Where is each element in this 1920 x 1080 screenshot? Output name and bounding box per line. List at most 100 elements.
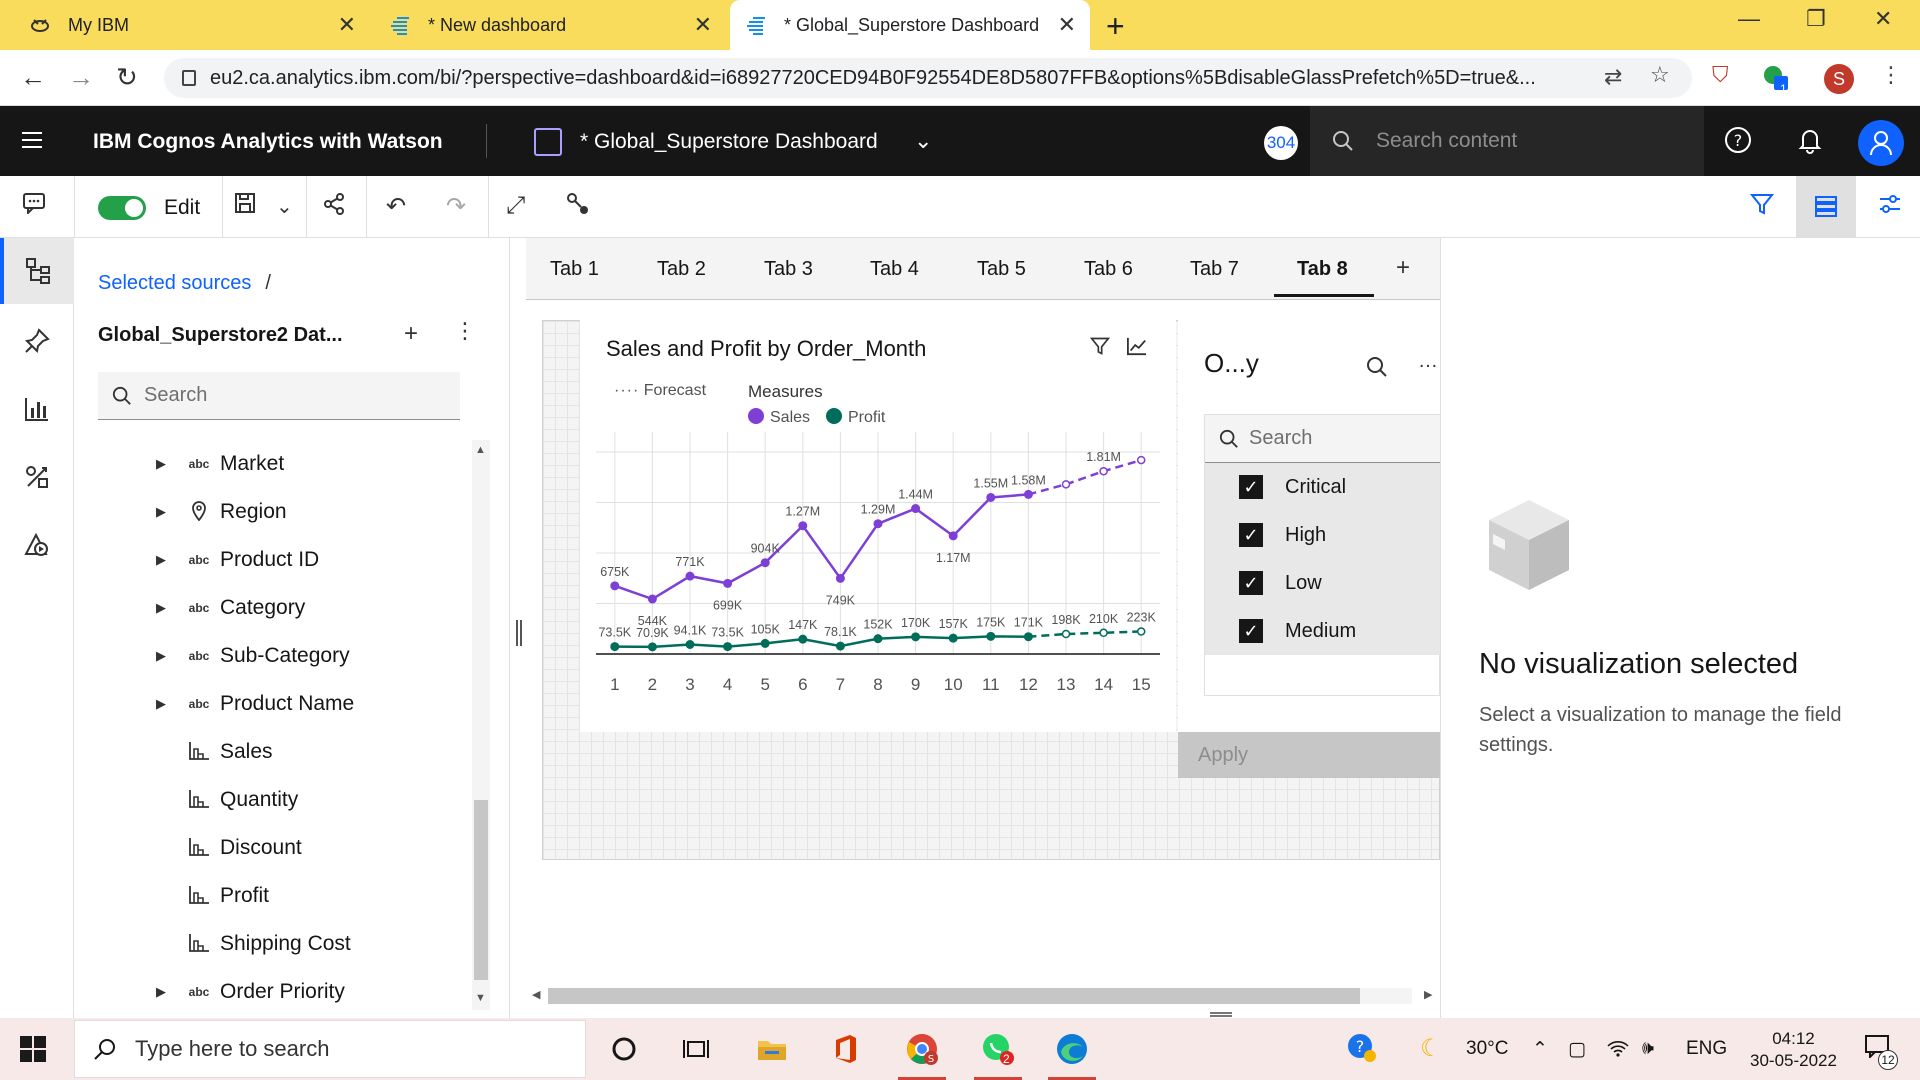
undo-icon[interactable]: ↶: [386, 192, 406, 221]
hamburger-menu-icon[interactable]: [22, 132, 42, 153]
scrollbar-thumb[interactable]: [548, 988, 1360, 1004]
help-icon[interactable]: ?: [1724, 126, 1752, 161]
tree-item-sub-category[interactable]: ▶ abc Sub-Category: [74, 632, 474, 680]
checkbox-checked-icon[interactable]: ✓: [1239, 523, 1263, 547]
tree-item-shipping-cost[interactable]: Shipping Cost: [74, 920, 474, 968]
close-icon[interactable]: ✕: [338, 12, 356, 38]
share-icon[interactable]: [322, 192, 346, 223]
fullscreen-icon[interactable]: ⤢: [506, 192, 525, 220]
add-source-icon[interactable]: +: [404, 320, 418, 348]
shield-extension-icon[interactable]: ⛉: [1712, 62, 1729, 88]
drill-through-icon[interactable]: [566, 192, 590, 223]
user-avatar[interactable]: [1858, 120, 1904, 166]
horizontal-scrollbar[interactable]: ◀ ▶: [528, 986, 1434, 1006]
scroll-right-icon[interactable]: ▶: [1424, 988, 1432, 1001]
tab-5[interactable]: Tab 5: [977, 258, 1026, 281]
add-tab-icon[interactable]: +: [1396, 254, 1410, 282]
tab-3[interactable]: Tab 3: [764, 258, 813, 281]
source-search-input[interactable]: [144, 384, 444, 407]
checkbox-checked-icon[interactable]: ✓: [1239, 619, 1263, 643]
filter-option-low[interactable]: ✓ Low: [1205, 559, 1441, 607]
bookmark-star-icon[interactable]: ☆: [1650, 62, 1670, 88]
filter-option-high[interactable]: ✓ High: [1205, 511, 1441, 559]
vertical-scrollbar[interactable]: ▲ ▼: [472, 440, 490, 1010]
browser-tab-new-dashboard[interactable]: * New dashboard ✕: [374, 0, 726, 50]
window-close-icon[interactable]: ✕: [1874, 6, 1892, 32]
pin-tab[interactable]: [0, 308, 74, 374]
caret-right-icon[interactable]: ▶: [156, 984, 166, 1000]
caret-right-icon[interactable]: ▶: [156, 648, 166, 664]
widgets-tab[interactable]: [0, 444, 74, 510]
order-priority-filter-widget[interactable]: O...y … ✓ Critical ✓ High ✓ Low ✓ Medium: [1178, 320, 1441, 778]
tree-item-discount[interactable]: Discount: [74, 824, 474, 872]
checkbox-checked-icon[interactable]: ✓: [1239, 571, 1263, 595]
chrome-icon[interactable]: S: [894, 1026, 950, 1080]
properties-panel-toggle[interactable]: [1796, 176, 1856, 238]
tab-4[interactable]: Tab 4: [870, 258, 919, 281]
tab-6[interactable]: Tab 6: [1084, 258, 1133, 281]
volume-icon[interactable]: 🕪: [1642, 1038, 1654, 1060]
redo-icon[interactable]: ↷: [446, 192, 466, 221]
close-icon[interactable]: ✕: [1058, 12, 1076, 38]
back-arrow-icon[interactable]: ←: [20, 62, 46, 93]
caret-right-icon[interactable]: ▶: [156, 552, 166, 568]
new-tab-icon[interactable]: +: [1106, 8, 1125, 45]
chart-widget[interactable]: Sales and Profit by Order_Month ···· For…: [580, 320, 1176, 732]
more-options-icon[interactable]: ⋮: [454, 318, 476, 344]
tree-item-profit[interactable]: Profit: [74, 872, 474, 920]
bell-icon[interactable]: [1796, 126, 1824, 161]
minimize-icon[interactable]: —: [1738, 6, 1760, 32]
apply-button[interactable]: Apply: [1178, 732, 1440, 778]
tree-item-market[interactable]: ▶ abc Market: [74, 440, 474, 488]
caret-right-icon[interactable]: ▶: [156, 504, 166, 520]
scroll-up-icon[interactable]: ▲: [475, 444, 486, 456]
edge-icon[interactable]: [1044, 1026, 1100, 1080]
tree-item-product-id[interactable]: ▶ abc Product ID: [74, 536, 474, 584]
reload-icon[interactable]: ↻: [116, 62, 138, 93]
breadcrumb-selected-sources[interactable]: Selected sources: [98, 272, 251, 294]
chevron-down-icon[interactable]: ⌄: [914, 128, 932, 154]
help-tray-icon[interactable]: ?: [1346, 1032, 1378, 1070]
dashboard-title[interactable]: * Global_Superstore Dashboard: [580, 130, 878, 154]
office-icon[interactable]: [818, 1026, 874, 1072]
browser-tab-global-superstore[interactable]: * Global_Superstore Dashboard ✕: [730, 0, 1090, 50]
filter-option-critical[interactable]: ✓ Critical: [1205, 463, 1441, 511]
save-icon[interactable]: [234, 192, 256, 221]
sources-tab[interactable]: [0, 238, 74, 304]
filter-option-medium[interactable]: ✓ Medium: [1205, 607, 1441, 655]
browser-menu-icon[interactable]: ⋮: [1880, 62, 1902, 88]
edit-toggle[interactable]: [98, 196, 146, 220]
moon-weather-icon[interactable]: ☾: [1420, 1034, 1442, 1063]
tree-item-order-priority[interactable]: ▶ abc Order Priority: [74, 968, 474, 1016]
taskbar-clock[interactable]: 04:12 30-05-2022: [1750, 1028, 1837, 1072]
close-icon[interactable]: ✕: [694, 12, 712, 38]
task-view-icon[interactable]: [668, 1026, 724, 1072]
url-field[interactable]: eu2.ca.analytics.ibm.com/bi/?perspective…: [164, 58, 1692, 98]
restore-icon[interactable]: ❐: [1806, 6, 1826, 32]
tree-item-quantity[interactable]: Quantity: [74, 776, 474, 824]
filter-search-input[interactable]: [1249, 427, 1429, 450]
browser-tab-my-ibm[interactable]: My IBM ✕: [14, 0, 370, 50]
caret-right-icon[interactable]: ▶: [156, 456, 166, 472]
profile-avatar[interactable]: S: [1824, 64, 1854, 94]
tree-item-category[interactable]: ▶ abc Category: [74, 584, 474, 632]
checkbox-checked-icon[interactable]: ✓: [1239, 475, 1263, 499]
tab-1[interactable]: Tab 1: [550, 258, 599, 281]
more-options-icon[interactable]: …: [1418, 350, 1438, 373]
search-icon[interactable]: [1366, 356, 1388, 384]
chevron-up-icon[interactable]: ⌃: [1532, 1038, 1548, 1061]
caret-right-icon[interactable]: ▶: [156, 600, 166, 616]
wifi-icon[interactable]: [1606, 1038, 1630, 1064]
tree-item-sales[interactable]: Sales: [74, 728, 474, 776]
settings-sliders-icon[interactable]: [1878, 192, 1902, 223]
language-indicator[interactable]: ENG: [1686, 1038, 1727, 1060]
tab-7[interactable]: Tab 7: [1190, 258, 1239, 281]
search-content-input[interactable]: [1376, 129, 1676, 153]
comment-icon[interactable]: [22, 192, 46, 221]
caret-right-icon[interactable]: ▶: [156, 696, 166, 712]
panel-resize-handle[interactable]: [516, 620, 522, 646]
translate-icon[interactable]: ⇄: [1604, 64, 1622, 90]
file-explorer-icon[interactable]: [744, 1026, 800, 1072]
taskbar-search-input[interactable]: [135, 1036, 555, 1062]
chevron-down-icon[interactable]: ⌄: [276, 194, 293, 219]
